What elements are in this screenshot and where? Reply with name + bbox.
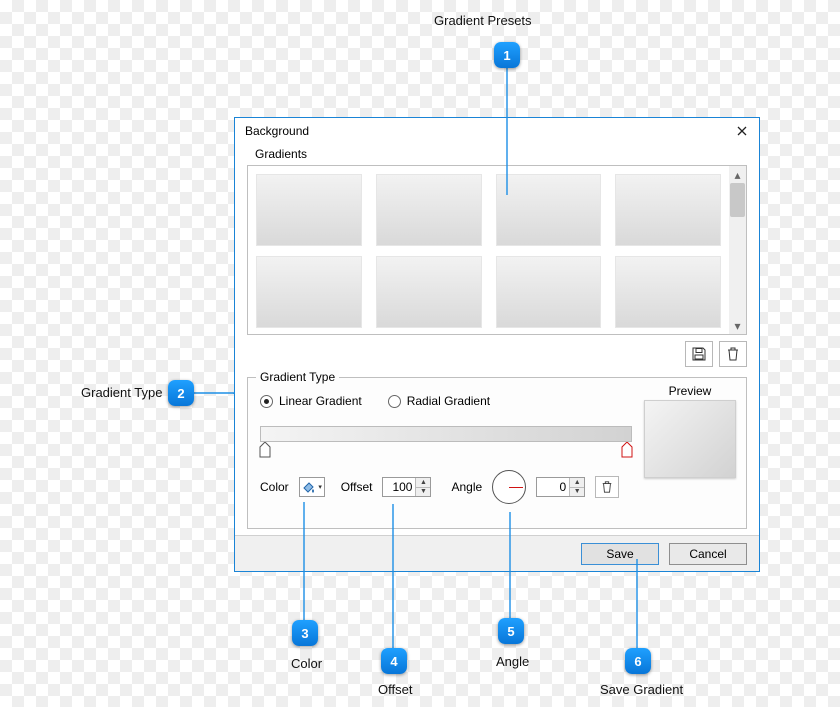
radio-radial-gradient[interactable]: Radial Gradient <box>388 394 490 408</box>
scroll-thumb[interactable] <box>730 183 745 217</box>
gradient-preset[interactable] <box>496 256 602 328</box>
delete-preset-button[interactable] <box>719 341 747 367</box>
preview-section: Preview <box>644 384 736 478</box>
gradient-stop-end[interactable] <box>621 442 633 458</box>
angle-spinner[interactable]: ▲ ▼ <box>536 477 585 497</box>
callout-4-label: Offset <box>378 682 412 697</box>
scroll-up-icon[interactable]: ▴ <box>729 166 746 183</box>
stop-handle-icon <box>259 442 271 458</box>
close-icon <box>737 126 747 136</box>
stop-handle-icon <box>621 442 633 458</box>
radio-dot-icon <box>260 395 273 408</box>
titlebar: Background <box>235 118 759 143</box>
spin-up-icon[interactable]: ▲ <box>416 478 430 488</box>
radio-radial-label: Radial Gradient <box>407 394 490 408</box>
callout-5: 5 <box>498 618 524 644</box>
callout-5-label: Angle <box>496 654 529 669</box>
callout-6: 6 <box>625 648 651 674</box>
gradient-preset[interactable] <box>256 174 362 246</box>
trash-icon <box>601 480 613 494</box>
offset-spinner[interactable]: ▲ ▼ <box>382 477 431 497</box>
spin-up-icon[interactable]: ▲ <box>570 478 584 488</box>
callout-6-label: Save Gradient <box>600 682 683 697</box>
angle-input[interactable] <box>537 478 569 496</box>
save-preset-button[interactable] <box>685 341 713 367</box>
gradient-stop-start[interactable] <box>259 442 271 458</box>
callout-3-label: Color <box>291 656 322 671</box>
callout-4: 4 <box>381 648 407 674</box>
presets-scrollbar[interactable]: ▴ ▾ <box>729 166 746 334</box>
preset-grid <box>256 174 721 328</box>
spin-down-icon[interactable]: ▼ <box>416 488 430 497</box>
spin-down-icon[interactable]: ▼ <box>570 488 584 497</box>
angle-label: Angle <box>451 480 482 494</box>
gradient-slider[interactable] <box>260 426 632 442</box>
callout-2-label: Gradient Type <box>81 385 162 400</box>
paint-bucket-icon <box>301 480 317 494</box>
gradient-preset[interactable] <box>496 174 602 246</box>
dialog-body: Gradients ▴ ▾ <box>235 143 759 535</box>
background-dialog: Background Gradients ▴ ▾ <box>234 117 760 572</box>
callout-3: 3 <box>292 620 318 646</box>
dialog-title: Background <box>245 124 309 138</box>
gradient-preset[interactable] <box>256 256 362 328</box>
dropdown-caret-icon: ▾ <box>318 483 322 491</box>
save-button[interactable]: Save <box>581 543 659 565</box>
trash-icon <box>726 346 740 362</box>
gradient-type-group: Gradient Type Linear Gradient Radial Gra… <box>247 377 747 529</box>
gradient-preview <box>644 400 736 478</box>
gradient-type-legend: Gradient Type <box>256 370 339 384</box>
offset-label: Offset <box>341 480 373 494</box>
gradients-label: Gradients <box>255 147 747 161</box>
gradient-presets-panel: ▴ ▾ <box>247 165 747 335</box>
preview-label: Preview <box>644 384 736 398</box>
radio-linear-gradient[interactable]: Linear Gradient <box>260 394 362 408</box>
radio-dot-icon <box>388 395 401 408</box>
offset-input[interactable] <box>383 478 415 496</box>
color-picker-button[interactable]: ▾ <box>299 477 325 497</box>
callout-1-label: Gradient Presets <box>434 13 532 28</box>
color-label: Color <box>260 480 289 494</box>
angle-knob[interactable] <box>492 470 526 504</box>
scroll-down-icon[interactable]: ▾ <box>729 317 746 334</box>
delete-stop-button[interactable] <box>595 476 619 498</box>
gradient-track[interactable] <box>260 426 632 442</box>
callout-1: 1 <box>494 42 520 68</box>
gradient-preset[interactable] <box>376 256 482 328</box>
close-button[interactable] <box>731 122 753 140</box>
cancel-button[interactable]: Cancel <box>669 543 747 565</box>
callout-2: 2 <box>168 380 194 406</box>
radio-linear-label: Linear Gradient <box>279 394 362 408</box>
gradient-preset[interactable] <box>615 256 721 328</box>
gradient-preset[interactable] <box>376 174 482 246</box>
gradient-preset[interactable] <box>615 174 721 246</box>
dialog-footer: Save Cancel <box>235 535 759 571</box>
save-icon <box>691 346 707 362</box>
